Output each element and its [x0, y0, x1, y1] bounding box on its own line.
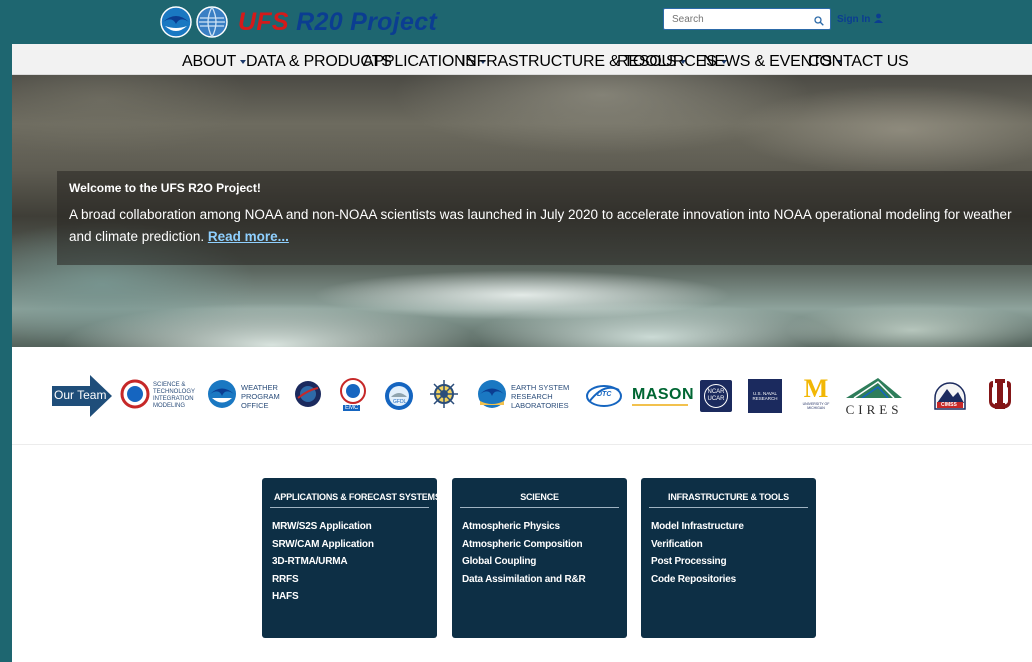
partner-dtc[interactable]: DTC — [585, 376, 623, 416]
partner-nrl-text: U.S. NAVAL RESEARCH — [752, 391, 778, 401]
card-link-atmospheric-composition[interactable]: Atmospheric Composition — [462, 536, 627, 554]
page: UFS R20 Project Sign In ABOUT DATA & PRO… — [12, 0, 1032, 662]
read-more-link[interactable]: Read more... — [208, 229, 289, 244]
nav-resources-label: RESOURCES — [617, 53, 717, 70]
partner-emc-text: EMC — [343, 405, 361, 411]
hero-cloud — [12, 75, 252, 155]
card-link-verification[interactable]: Verification — [651, 536, 816, 554]
card-science: SCIENCE Atmospheric Physics Atmospheric … — [452, 478, 627, 638]
umich-logo-icon: M — [803, 374, 829, 403]
card-link-rrfs[interactable]: RRFS — [272, 571, 437, 589]
nws-sti-logo-icon — [120, 379, 150, 414]
hero-cloud — [312, 270, 732, 320]
card-link-global-coupling[interactable]: Global Coupling — [462, 553, 627, 571]
hero-cloud — [732, 85, 1032, 175]
hero-text-block: A broad collaboration among NOAA and non… — [69, 204, 1019, 248]
card-link-srw-cam[interactable]: SRW/CAM Application — [272, 536, 437, 554]
our-team-arrow[interactable]: Our Team — [52, 375, 112, 417]
partner-noaa-wpo-text: WEATHER PROGRAM OFFICE — [241, 382, 280, 410]
search-input[interactable] — [664, 10, 802, 29]
nasa-logo-icon — [294, 380, 322, 413]
partner-noaa-esrl[interactable]: EARTH SYSTEM RESEARCH LABORATORIES — [477, 376, 573, 416]
partner-noaa-esrl-text: EARTH SYSTEM RESEARCH LABORATORIES — [511, 382, 570, 410]
card-applications-forecast-systems: APPLICATIONS & FORECAST SYSTEMS MRW/S2S … — [262, 478, 441, 638]
nav-about-label: ABOUT — [182, 53, 237, 70]
partner-umich-text: UNIVERSITY OF MICHIGAN — [802, 402, 830, 410]
noaa-esrl-logo-icon — [477, 379, 507, 414]
sign-in-label: Sign In — [837, 14, 871, 25]
card-link-post-processing[interactable]: Post Processing — [651, 553, 816, 571]
site-title-ufs: UFS — [238, 7, 289, 36]
gfdl-logo-icon: GFDL — [384, 381, 414, 411]
partner-gfdl[interactable]: GFDL — [384, 376, 414, 416]
nav-contact-us-label: CONTACT US — [808, 53, 909, 70]
hero-title: Welcome to the UFS R2O Project! — [69, 181, 261, 195]
card-title: SCIENCE — [460, 478, 619, 508]
card-link-mrw-s2s[interactable]: MRW/S2S Application — [272, 518, 437, 536]
partner-ou[interactable] — [987, 376, 1013, 416]
card-link-model-infrastructure[interactable]: Model Infrastructure — [651, 518, 816, 536]
card-link-list: Model Infrastructure Verification Post P… — [641, 518, 816, 588]
partner-umich[interactable]: M UNIVERSITY OF MICHIGAN — [798, 376, 834, 416]
card-title: INFRASTRUCTURE & TOOLS — [649, 478, 808, 508]
card-link-3d-rtma-urma[interactable]: 3D-RTMA/URMA — [272, 553, 437, 571]
cires-logo-icon — [844, 376, 904, 403]
search-box[interactable] — [663, 8, 831, 30]
partner-logos-strip: Our Team SCIENCE & TECHNOLOGY INTEGRATIO… — [12, 348, 1032, 445]
partner-nws-sti-text: SCIENCE & TECHNOLOGY INTEGRATION MODELIN… — [153, 382, 195, 409]
card-link-code-repositories[interactable]: Code Repositories — [651, 571, 816, 589]
user-icon — [874, 13, 884, 26]
site-title: UFS R20 Project — [238, 8, 437, 37]
search-icon[interactable] — [814, 13, 824, 26]
our-team-label: Our Team — [54, 388, 107, 402]
nav-contact-us[interactable]: CONTACT US — [808, 53, 909, 71]
main-nav: ABOUT DATA & PRODUCTS APPLICATIONS INFRA… — [12, 44, 1032, 75]
partner-cires[interactable]: CIRES — [844, 376, 904, 416]
cimss-logo-icon: CIMSS — [933, 381, 967, 411]
nav-applications-label: APPLICATIONS — [363, 53, 476, 70]
card-link-atmospheric-physics[interactable]: Atmospheric Physics — [462, 518, 627, 536]
partner-noaa-wpo[interactable]: WEATHER PROGRAM OFFICE — [207, 376, 286, 416]
partner-cimss[interactable]: CIMSS — [933, 376, 967, 416]
card-link-list: Atmospheric Physics Atmospheric Composit… — [452, 518, 627, 588]
nav-about[interactable]: ABOUT — [182, 53, 247, 71]
card-link-hafs[interactable]: HAFS — [272, 588, 437, 606]
gmu-logo-icon: MASON — [632, 385, 695, 403]
partner-nws-sti[interactable]: SCIENCE & TECHNOLOGY INTEGRATION MODELIN… — [120, 376, 195, 416]
ncar-logo-icon: NCAR UCAR — [700, 380, 732, 412]
nws-globe-logo-icon — [196, 6, 228, 38]
hero-caption: Welcome to the UFS R2O Project! A broad … — [57, 171, 1032, 265]
partner-nasa[interactable] — [294, 376, 322, 416]
compass-logo-icon — [430, 379, 458, 413]
partner-ncar-text: NCAR UCAR — [704, 384, 728, 408]
emc-logo-icon: EMC — [340, 378, 366, 414]
sign-in-link[interactable]: Sign In — [837, 13, 884, 26]
card-infrastructure-tools: INFRASTRUCTURE & TOOLS Model Infrastruct… — [641, 478, 816, 638]
gmu-underline — [632, 403, 688, 406]
partner-ncar[interactable]: NCAR UCAR — [700, 376, 732, 416]
nrl-logo-icon: U.S. NAVAL RESEARCH — [748, 379, 782, 413]
site-logo[interactable]: UFS R20 Project — [160, 3, 437, 41]
card-link-data-assimilation[interactable]: Data Assimilation and R&R — [462, 571, 627, 589]
card-title: APPLICATIONS & FORECAST SYSTEMS — [270, 478, 441, 508]
hero-banner: Welcome to the UFS R2O Project! A broad … — [12, 75, 1032, 347]
header-bar: UFS R20 Project Sign In — [12, 0, 1032, 44]
dtc-logo-icon: DTC — [585, 384, 623, 408]
partner-emc[interactable]: EMC — [340, 376, 366, 416]
partner-compass[interactable] — [430, 376, 458, 416]
noaa-wpo-logo-icon — [207, 379, 237, 414]
ou-logo-icon — [987, 377, 1013, 416]
partner-cimss-text: CIMSS — [941, 402, 957, 408]
noaa-logo-icon — [160, 6, 192, 38]
partner-gfdl-text: GFDL — [393, 399, 407, 405]
site-title-rest: R20 Project — [296, 7, 438, 36]
partner-dtc-text: DTC — [597, 391, 612, 398]
partner-gmu[interactable]: MASON — [632, 376, 694, 416]
partner-cires-text: CIRES — [845, 402, 903, 417]
partner-nrl[interactable]: U.S. NAVAL RESEARCH — [748, 376, 782, 416]
card-link-list: MRW/S2S Application SRW/CAM Application … — [262, 518, 437, 606]
